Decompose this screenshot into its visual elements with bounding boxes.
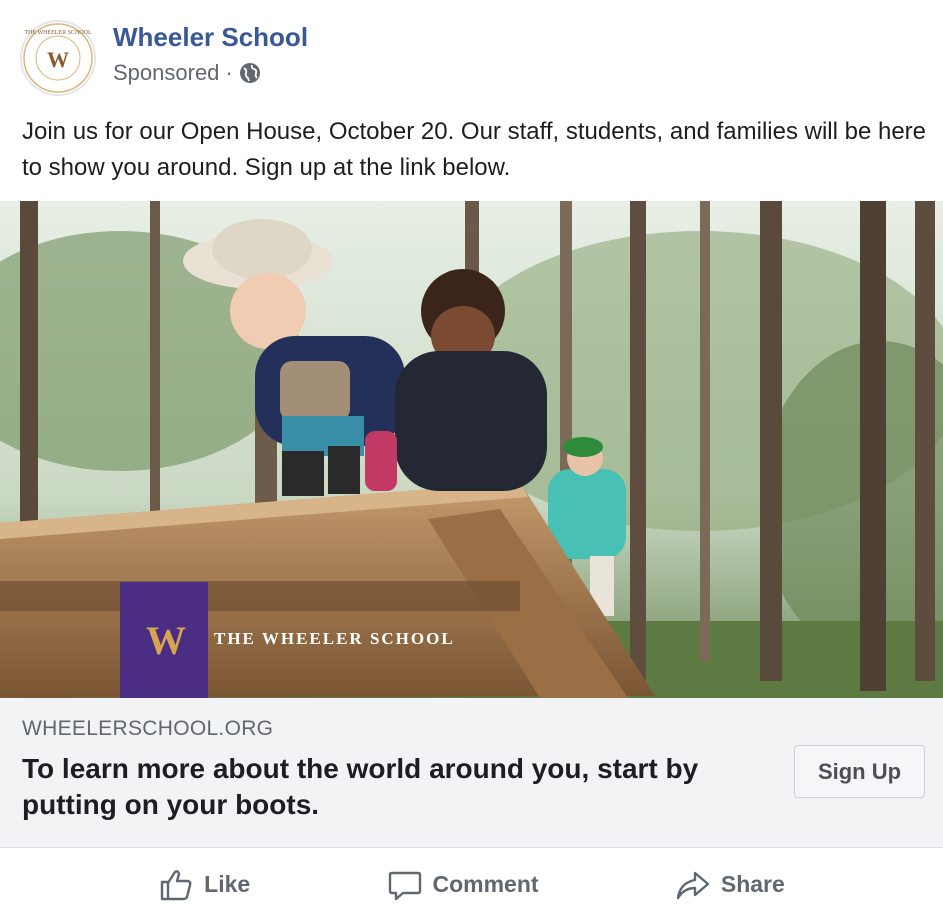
post-actions-bar: Like Comment Share: [0, 849, 943, 920]
like-label: Like: [204, 871, 251, 897]
comment-label: Comment: [432, 871, 539, 897]
page-avatar[interactable]: W THE WHEELER SCHOOL: [20, 20, 96, 96]
meta-separator: ·: [225, 60, 233, 85]
share-button[interactable]: Share: [675, 867, 785, 903]
svg-text:W: W: [47, 47, 69, 72]
svg-text:THE WHEELER SCHOOL: THE WHEELER SCHOOL: [24, 30, 92, 36]
comment-bubble-icon: [388, 871, 421, 900]
sponsored-label[interactable]: Sponsored: [113, 60, 219, 86]
school-brand-badge: W: [120, 582, 208, 698]
school-wordmark: THE WHEELER SCHOOL: [214, 629, 455, 648]
page-name-link[interactable]: Wheeler School: [113, 22, 308, 53]
post-meta: Sponsored ·: [113, 60, 261, 86]
link-headline[interactable]: To learn more about the world around you…: [22, 751, 762, 823]
like-button[interactable]: Like: [158, 867, 250, 903]
link-domain: WHEELERSCHOOL.ORG: [22, 717, 274, 740]
link-preview-card[interactable]: WHEELERSCHOOL.ORG To learn more about th…: [0, 698, 943, 848]
comment-button[interactable]: Comment: [387, 867, 539, 903]
share-label: Share: [720, 871, 785, 897]
wheeler-seal-logo: W THE WHEELER SCHOOL: [23, 23, 93, 93]
globe-icon[interactable]: [239, 62, 261, 84]
ad-image[interactable]: W THE WHEELER SCHOOL: [0, 201, 943, 698]
share-arrow-icon: [676, 871, 710, 899]
thumbs-up-icon: [160, 869, 192, 900]
post-body-text: Join us for our Open House, October 20. …: [22, 118, 927, 181]
post-header: W THE WHEELER SCHOOL Wheeler School Spon…: [0, 0, 943, 110]
school-monogram: W: [146, 617, 186, 663]
sign-up-button[interactable]: Sign Up: [794, 745, 925, 798]
